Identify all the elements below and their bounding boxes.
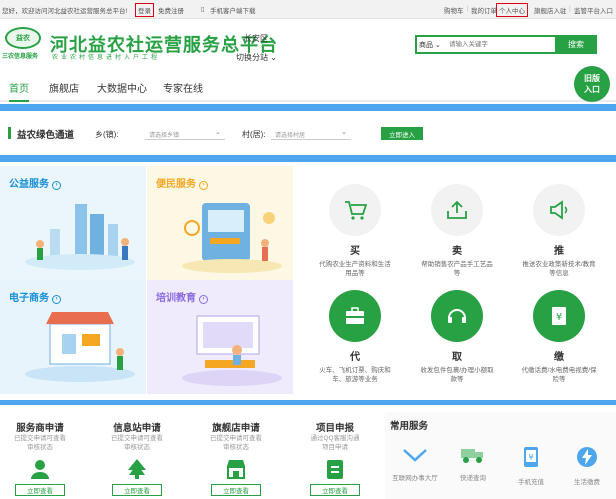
tile-training-education[interactable]: 培训教育 › <box>147 280 293 394</box>
enter-button[interactable]: 立即进入 <box>381 127 423 140</box>
site-slogan: 农业农村信息进村入户工程 <box>52 55 161 61</box>
admin-portal-link[interactable]: 监管平台入口 <box>574 5 613 15</box>
city-illustration <box>25 204 135 270</box>
service-agent[interactable]: 代 火车、飞机订票、购庆和车、旅游等业务 <box>305 290 405 384</box>
svg-text:¥: ¥ <box>528 453 533 462</box>
top-bar: 您好，欢迎访问河北益农社运营服务总平台! 登录 免费注册 ▯ 手机客户端下载 购… <box>0 0 616 19</box>
service-payment[interactable]: ¥ 缴 代缴话费/水电费电视费/保险等 <box>509 290 609 384</box>
store-icon <box>225 458 247 480</box>
utility-payment-link[interactable]: 生活缴费 <box>559 446 615 486</box>
arrow-right-icon: › <box>52 295 61 304</box>
online-hall-link[interactable]: 互联网办事大厅 <box>387 446 443 482</box>
view-button[interactable]: 立即查看 <box>211 484 261 496</box>
search-category-select[interactable]: 商品 ⌄ <box>419 40 441 50</box>
service-tiles: 公益服务 › 便民服务 › 电子商务 › 培训教育 › <box>0 166 293 394</box>
tree-icon <box>126 458 148 480</box>
nav-home[interactable]: 首页 <box>9 80 29 102</box>
town-label: 乡(镇): <box>95 130 119 139</box>
main-nav: 首页 旗舰店 大数据中心 专家在线 <box>0 72 616 102</box>
village-select[interactable]: 请选择村居 ⌄ <box>271 127 351 140</box>
headset-icon <box>431 290 483 342</box>
bill-icon: ¥ <box>533 290 585 342</box>
phone-icon: ¥ <box>524 447 538 467</box>
chevron-down-icon: ⌄ <box>341 129 347 136</box>
tile-ecommerce[interactable]: 电子商务 › <box>0 280 146 394</box>
quick-services: 买 代购农业生产资料和生活用品等 卖 帮助销售农产品手工艺品等 推 推送农业政策… <box>300 166 616 394</box>
service-provider-apply: 服务商申请 已提交申请可查看 审核状态 立即查看 <box>14 423 66 496</box>
shop-illustration <box>25 312 135 382</box>
mobile-download-link[interactable]: 手机客户端下载 <box>210 5 256 15</box>
phone-icon: ▯ <box>201 6 205 13</box>
register-link[interactable]: 免费注册 <box>158 5 184 15</box>
cart-icon <box>329 184 381 236</box>
document-icon <box>324 458 346 480</box>
atm-illustration <box>182 203 282 273</box>
village-label: 村(居): <box>242 130 266 139</box>
common-services: 常用服务 互联网办事大厅 快递查询 ¥ 手机充值 生活缴费 <box>385 412 616 499</box>
bolt-icon <box>577 447 597 467</box>
express-query-link[interactable]: 快递查询 <box>445 446 501 482</box>
chevron-down-icon <box>403 449 427 462</box>
service-sell[interactable]: 卖 帮助销售农产品手工艺品等 <box>407 184 507 278</box>
welcome-text: 您好，欢迎访问河北益农社运营服务总平台! <box>2 8 128 15</box>
arrow-right-icon: › <box>52 181 61 190</box>
divider-band <box>0 104 616 111</box>
flagship-store-apply: 旗舰店申请 已提交申请可查看 审核状态 立即查看 <box>210 423 262 496</box>
chevron-down-icon: ⌄ <box>270 53 277 62</box>
logo[interactable]: 益农 <box>5 27 41 49</box>
classroom-illustration <box>182 315 282 386</box>
nav-experts[interactable]: 专家在线 <box>163 80 203 95</box>
delivery-icon <box>461 449 483 463</box>
arrow-right-icon: › <box>199 295 208 304</box>
project-apply: 项目申报 通过QQ客服沟通 项目申请 立即查看 <box>310 423 360 496</box>
tile-public-service[interactable]: 公益服务 › <box>0 166 146 280</box>
view-button[interactable]: 立即查看 <box>310 484 360 496</box>
common-services-title: 常用服务 <box>390 421 429 432</box>
search-button[interactable]: 搜索 <box>555 35 597 54</box>
switch-station-dropdown[interactable]: 切换分站 ⌄ <box>236 52 277 63</box>
cart-link[interactable]: 购物车 <box>444 5 464 15</box>
logo-subtitle: 三农信息服务 <box>2 54 39 60</box>
tile-convenience-service[interactable]: 便民服务 › <box>147 166 293 280</box>
service-pickup[interactable]: 取 收发包件包裹/办理小额取款等 <box>407 290 507 384</box>
nav-bigdata[interactable]: 大数据中心 <box>97 80 147 95</box>
divider-band <box>0 400 616 405</box>
search-input[interactable] <box>449 38 567 51</box>
view-button[interactable]: 立即查看 <box>15 484 65 496</box>
personal-center-link[interactable]: 个人中心 <box>496 3 528 17</box>
divider-band <box>0 155 616 162</box>
chevron-down-icon: ⌄ <box>215 129 221 136</box>
chevron-down-icon: ⌄ <box>434 42 441 49</box>
channel-title: 益农绿色通道 <box>17 130 75 141</box>
login-link[interactable]: 登录 <box>135 3 154 17</box>
info-station-apply: 信息站申请 已提交申请可查看 审核状态 立即查看 <box>111 423 163 496</box>
phone-recharge-link[interactable]: ¥ 手机充值 <box>503 446 559 486</box>
town-select[interactable]: 请选择乡镇 ⌄ <box>145 127 225 140</box>
upload-icon <box>431 184 483 236</box>
orders-link[interactable]: 我的订单 <box>471 5 497 15</box>
old-version-button[interactable]: 旧版入口 <box>574 66 610 102</box>
svg-text:¥: ¥ <box>556 312 562 323</box>
current-region: 长安区 <box>244 34 268 43</box>
briefcase-icon <box>329 290 381 342</box>
nav-flagship[interactable]: 旗舰店 <box>49 80 79 95</box>
view-button[interactable]: 立即查看 <box>112 484 162 496</box>
speaker-icon <box>533 184 585 236</box>
green-channel: 益农绿色通道 乡(镇): 请选择乡镇 ⌄ 村(居): 请选择村居 ⌄ 立即进入 <box>0 120 616 150</box>
search-bar: 商品 ⌄ 搜索 <box>415 35 597 54</box>
service-push[interactable]: 推 推送农业政策新技术/教育等信息 <box>509 184 609 278</box>
service-buy[interactable]: 买 代购农业生产资料和生活用品等 <box>305 184 405 278</box>
user-icon <box>29 458 51 480</box>
flagship-join-link[interactable]: 旗舰店入驻 <box>534 5 567 15</box>
